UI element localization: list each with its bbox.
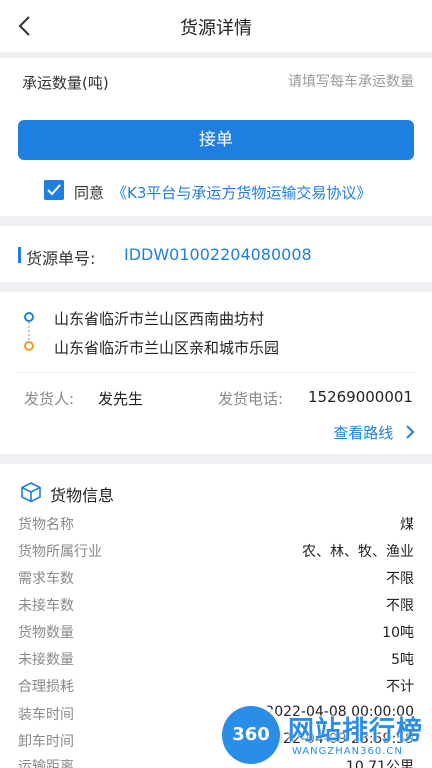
section-marker [18, 247, 21, 263]
shipper-name-label: 发货人: [24, 390, 75, 408]
info-key: 装车时间 [18, 707, 74, 723]
info-key: 未接数量 [18, 652, 74, 668]
quantity-row: 承运数量(吨) [22, 70, 414, 94]
info-key: 货物名称 [18, 517, 74, 533]
info-row: 未接数量 5吨 [18, 647, 414, 671]
info-value: 5吨 [391, 652, 414, 668]
watermark-logo: 360 网站排行榜 WANGZHAN360.CN [222, 704, 432, 768]
info-value: 不计 [386, 679, 414, 695]
route-connector [28, 322, 30, 340]
info-value: 不限 [386, 598, 414, 614]
info-row: 货物所属行业 农、林、牧、渔业 [18, 539, 414, 563]
info-row: 需求车数 不限 [18, 566, 414, 590]
destination-dot-icon [24, 341, 34, 351]
watermark-name: 网站排行榜 [288, 716, 424, 746]
agreement-prefix: 同意 [74, 184, 105, 202]
chevron-right-icon [406, 425, 415, 439]
page-title: 货源详情 [180, 18, 252, 39]
accept-order-button[interactable]: 接单 [18, 120, 414, 160]
box-icon [21, 482, 41, 503]
info-row: 未接车数 不限 [18, 593, 414, 617]
origin-dot-icon [24, 312, 34, 322]
view-route-label: 查看路线 [333, 424, 394, 442]
order-number-label: 货源单号: [26, 249, 96, 268]
shipper-name: 发先生 [98, 390, 144, 408]
info-key: 货物数量 [18, 625, 74, 641]
info-row: 货物名称 煤 [18, 512, 414, 536]
origin-address: 山东省临沂市兰山区西南曲坊村 [54, 310, 265, 328]
divider [16, 372, 416, 373]
agreement-checkbox[interactable] [44, 180, 64, 200]
view-route-link[interactable]: 查看路线 [333, 422, 416, 443]
info-value: 农、林、牧、渔业 [302, 544, 414, 560]
info-row: 货物数量 10吨 [18, 620, 414, 644]
info-key: 运输距离 [18, 759, 74, 768]
shipper-phone-label: 发货电话: [218, 390, 284, 408]
watermark-badge: 360 [222, 706, 280, 764]
goods-info-title: 货物信息 [50, 486, 115, 505]
info-key: 货物所属行业 [18, 544, 102, 560]
nav-bar: 货源详情 [0, 0, 432, 52]
watermark-domain: WANGZHAN360.CN [292, 746, 403, 757]
order-number-value: IDDW01002204080008 [124, 245, 312, 264]
info-value: 10吨 [382, 625, 414, 641]
info-key: 合理损耗 [18, 679, 74, 695]
shipper-phone[interactable]: 15269000001 [308, 388, 413, 406]
info-key: 卸车时间 [18, 734, 74, 750]
quantity-input[interactable] [204, 70, 414, 94]
info-key: 需求车数 [18, 571, 74, 587]
info-key: 未接车数 [18, 598, 74, 614]
info-value: 煤 [400, 517, 414, 533]
quantity-label: 承运数量(吨) [22, 74, 109, 92]
info-row: 合理损耗 不计 [18, 674, 414, 698]
agreement-link[interactable]: 《K3平台与承运方货物运输交易协议》 [112, 182, 371, 203]
destination-address: 山东省临沂市兰山区亲和城市乐园 [54, 339, 280, 357]
info-value: 不限 [386, 571, 414, 587]
